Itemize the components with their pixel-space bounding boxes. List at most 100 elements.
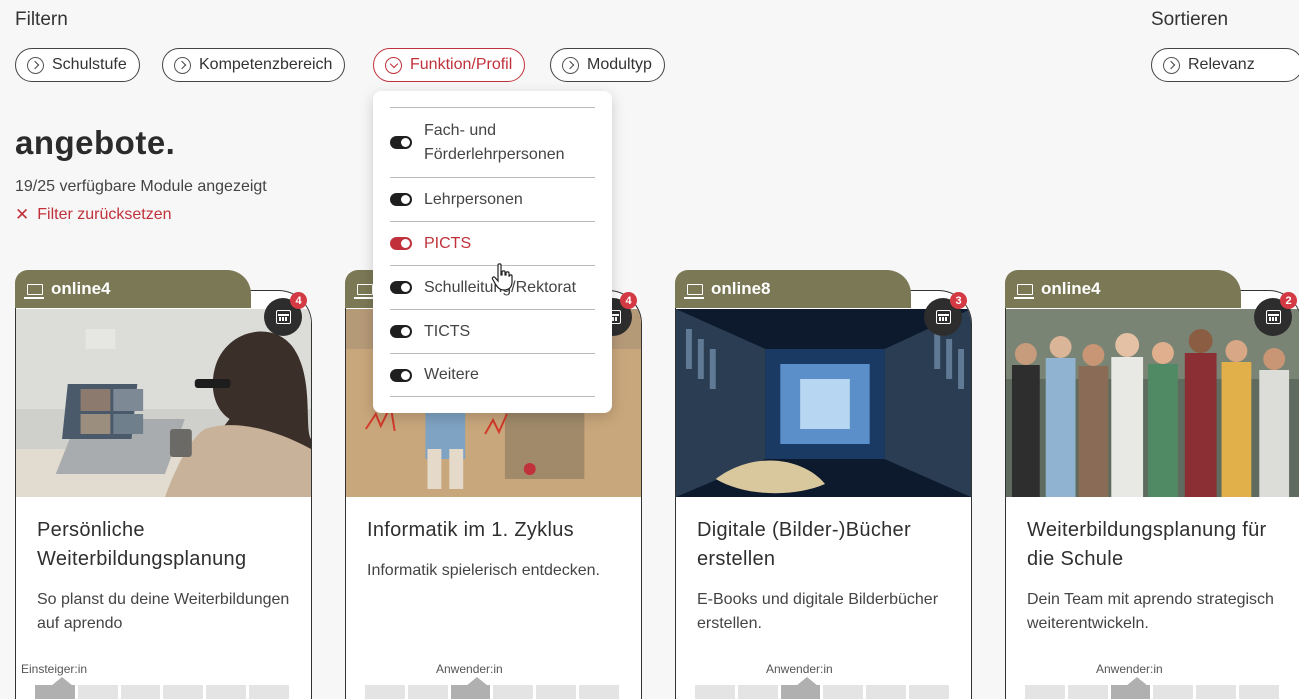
filter-funktion-profil-button[interactable]: Funktion/Profil bbox=[373, 48, 526, 82]
dropdown-item-picts[interactable]: PICTS bbox=[390, 221, 595, 265]
level-label: Einsteiger:in bbox=[21, 662, 88, 676]
level-segment bbox=[1239, 685, 1279, 699]
close-icon: ✕ bbox=[15, 205, 30, 224]
laptop-icon bbox=[24, 283, 44, 299]
filter-kompetenzbereich-label: Kompetenzbereich bbox=[199, 56, 333, 73]
module-description: So planst du deine Weiterbildungen auf a… bbox=[37, 591, 290, 632]
module-description: Dein Team mit aprendo strategisch weiter… bbox=[1027, 591, 1274, 632]
module-count: 19/25 verfügbare Module angezeigt bbox=[15, 178, 267, 195]
level-segment bbox=[737, 685, 778, 699]
chevron-right-icon bbox=[174, 56, 191, 74]
calendar-badge: 2 bbox=[1280, 292, 1297, 309]
filter-schulstufe-label: Schulstufe bbox=[52, 56, 127, 73]
level-label: Anwender:in bbox=[1096, 662, 1163, 676]
level-segment bbox=[1153, 685, 1194, 699]
level-segment bbox=[909, 685, 949, 699]
filter-label: Filtern bbox=[15, 9, 68, 30]
filter-kompetenzbereich-button[interactable]: Kompetenzbereich bbox=[162, 48, 346, 82]
module-tag: online4 bbox=[15, 270, 251, 308]
dropdown-item-ticts[interactable]: TICTS bbox=[390, 309, 595, 353]
sort-relevanz-button[interactable]: Relevanz bbox=[1151, 48, 1299, 82]
module-description: E-Books und digitale Bilderbücher erstel… bbox=[697, 591, 939, 632]
level-marker bbox=[466, 677, 488, 686]
dropdown-item-label: PICTS bbox=[424, 234, 472, 252]
dropdown-item-line2: Förderlehrpersonen bbox=[424, 145, 565, 163]
chevron-down-icon bbox=[385, 56, 402, 74]
reset-filter-label: Filter zurücksetzen bbox=[37, 206, 172, 223]
chevron-right-icon bbox=[27, 56, 44, 74]
module-image bbox=[1006, 309, 1299, 497]
calendar-icon bbox=[935, 310, 951, 324]
chevron-right-icon bbox=[562, 56, 579, 74]
dropdown-item-label: TICTS bbox=[424, 322, 471, 340]
page-title: angebote. bbox=[15, 124, 176, 161]
level-segment bbox=[1067, 685, 1108, 699]
dropdown-item-label: Weitere bbox=[424, 366, 479, 383]
level-segment bbox=[120, 685, 161, 699]
sort-relevanz-label: Relevanz bbox=[1188, 56, 1255, 73]
level-segment bbox=[407, 685, 448, 699]
module-title: Persönliche Weiterbildungsplanung bbox=[37, 519, 247, 570]
level-segment bbox=[493, 685, 534, 699]
funktion-profil-dropdown: Fach- und Förderlehrpersonen Lehrpersone… bbox=[373, 91, 612, 413]
filter-funktion-profil-label: Funktion/Profil bbox=[410, 56, 513, 73]
calendar-badge: 4 bbox=[290, 292, 307, 309]
level-segment bbox=[695, 685, 735, 699]
dropdown-item-label: Fach- und Förderlehrpersonen bbox=[424, 119, 565, 167]
module-image bbox=[16, 309, 311, 497]
toggle-icon[interactable] bbox=[390, 281, 412, 294]
level-segment bbox=[579, 685, 619, 699]
module-tag-label: online4 bbox=[51, 279, 111, 298]
level-segment bbox=[1196, 685, 1237, 699]
card-frame bbox=[15, 290, 312, 699]
level-segment bbox=[249, 685, 289, 699]
laptop-icon bbox=[1014, 283, 1034, 299]
level-segment bbox=[77, 685, 118, 699]
laptop-icon bbox=[354, 283, 374, 299]
level-bar bbox=[1025, 677, 1279, 699]
dropdown-item-lehrpersonen[interactable]: Lehrpersonen bbox=[390, 177, 595, 221]
module-tag-label: online4 bbox=[1041, 279, 1101, 298]
level-segment bbox=[1110, 685, 1151, 699]
level-segment bbox=[35, 685, 75, 699]
module-card[interactable]: online4 4 Persönliche Weiterbildungsplan… bbox=[15, 270, 312, 699]
toggle-icon[interactable] bbox=[390, 368, 412, 382]
dropdown-item-label: Lehrpersonen bbox=[424, 190, 523, 208]
module-card[interactable]: online4 2 Weiterbildungsplanung für die … bbox=[1005, 270, 1299, 699]
module-tag: online8 bbox=[675, 270, 911, 308]
level-marker bbox=[51, 677, 73, 686]
module-tag-label: online8 bbox=[711, 279, 771, 298]
toggle-icon[interactable] bbox=[390, 237, 412, 250]
level-bar bbox=[35, 677, 289, 699]
sort-label: Sortieren bbox=[1151, 9, 1229, 30]
level-segment bbox=[823, 685, 864, 699]
chevron-right-icon bbox=[1163, 56, 1180, 74]
level-segment bbox=[365, 685, 405, 699]
filter-modultyp-button[interactable]: Modultyp bbox=[550, 48, 665, 82]
module-title: Informatik im 1. Zyklus bbox=[367, 519, 574, 541]
level-segment bbox=[536, 685, 577, 699]
dropdown-item-fach-und-foerderlehrpersonen[interactable]: Fach- und Förderlehrpersonen bbox=[390, 107, 595, 177]
module-tag: online4 bbox=[1005, 270, 1241, 308]
level-label: Anwender:in bbox=[436, 662, 503, 676]
toggle-icon[interactable] bbox=[390, 325, 412, 338]
toggle-icon[interactable] bbox=[390, 136, 412, 149]
level-marker bbox=[1126, 677, 1148, 686]
level-label: Anwender:in bbox=[766, 662, 833, 676]
toggle-icon[interactable] bbox=[390, 193, 412, 206]
filter-modultyp-label: Modultyp bbox=[587, 56, 652, 73]
level-segment bbox=[1025, 685, 1065, 699]
hand-cursor-icon bbox=[491, 263, 513, 291]
dropdown-item-weitere[interactable]: Weitere bbox=[390, 353, 595, 397]
calendar-badge: 3 bbox=[950, 292, 967, 309]
dropdown-item-line1: Fach- und bbox=[424, 121, 497, 139]
module-title: Digitale (Bilder-)Bücher erstellen bbox=[697, 519, 911, 570]
laptop-icon bbox=[684, 283, 704, 299]
reset-filter-link[interactable]: ✕ Filter zurücksetzen bbox=[15, 205, 172, 225]
module-card[interactable]: online8 3 Digitale (Bilder-)Bücher erste… bbox=[675, 270, 972, 699]
module-description: Informatik spielerisch entdecken. bbox=[367, 562, 600, 579]
level-segment bbox=[206, 685, 247, 699]
level-segment bbox=[163, 685, 204, 699]
filter-schulstufe-button[interactable]: Schulstufe bbox=[15, 48, 140, 82]
level-segment bbox=[866, 685, 907, 699]
